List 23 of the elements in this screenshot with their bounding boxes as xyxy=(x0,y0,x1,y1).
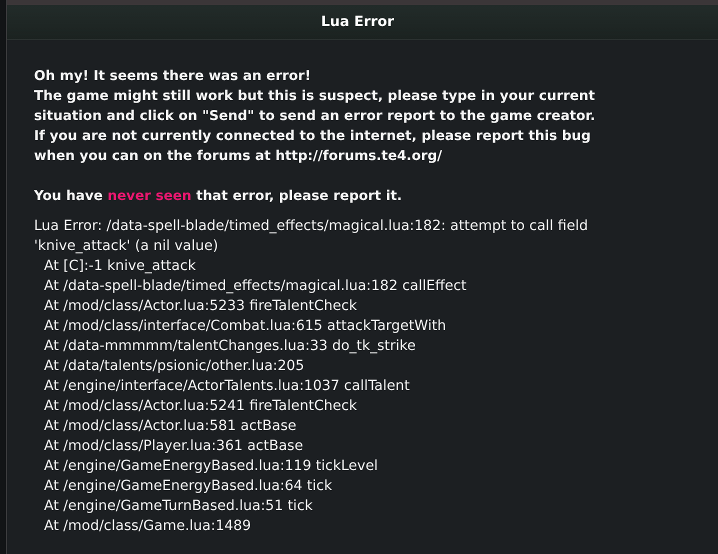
traceback-line: At [C]:-1 knive_attack xyxy=(43,257,197,276)
traceback-line: At /mod/class/Actor.lua:5233 fireTalentCheck xyxy=(43,297,358,316)
message-line: If you are not currently connected to the internet, please report this bug xyxy=(34,127,592,146)
message-line: situation and click on "Send" to send an error report to the game creator. xyxy=(34,107,596,126)
traceback-line: At /mod/class/Actor.lua:581 actBase xyxy=(43,417,298,436)
traceback-line: At /data-mmmmm/talentChanges.lua:33 do_tk_strike xyxy=(43,337,417,356)
traceback-line: At /engine/GameEnergyBased.lua:64 tick xyxy=(43,477,334,496)
traceback-line: At /mod/class/Game.lua:1489 xyxy=(43,517,252,536)
traceback-line: At /engine/interface/ActorTalents.lua:1037 callTalent xyxy=(43,377,411,396)
error-message-line: 'knive_attack' (a nil value) xyxy=(34,237,220,256)
traceback-line: At /mod/class/interface/Combat.lua:615 attackTargetWith xyxy=(43,317,448,336)
message-line: Oh my! It seems there was an error! xyxy=(34,67,312,86)
traceback-line: At /data/talents/psionic/other.lua:205 xyxy=(43,357,306,376)
traceback-line: At /mod/class/Player.lua:361 actBase xyxy=(43,437,304,456)
window-title: Lua Error xyxy=(320,14,394,30)
traceback-line: At /data-spell-blade/timed_effects/magical.lua:182 callEffect xyxy=(43,277,468,296)
traceback-line: At /mod/class/Actor.lua:5241 fireTalentCheck xyxy=(43,397,358,416)
traceback-line: At /engine/GameTurnBased.lua:51 tick xyxy=(43,497,314,516)
traceback-line: At /engine/GameEnergyBased.lua:119 tickLevel xyxy=(43,457,379,476)
message-line: when you can on the forums at http://forums.te4.org/ xyxy=(34,147,444,166)
report-notice: You have never seen that error, please report it. xyxy=(34,187,404,206)
error-message-line: Lua Error: /data-spell-blade/timed_effects/magical.lua:182: attempt to call field xyxy=(34,217,589,236)
message-line: The game might still work but this is suspect, please type in your current xyxy=(34,87,596,106)
